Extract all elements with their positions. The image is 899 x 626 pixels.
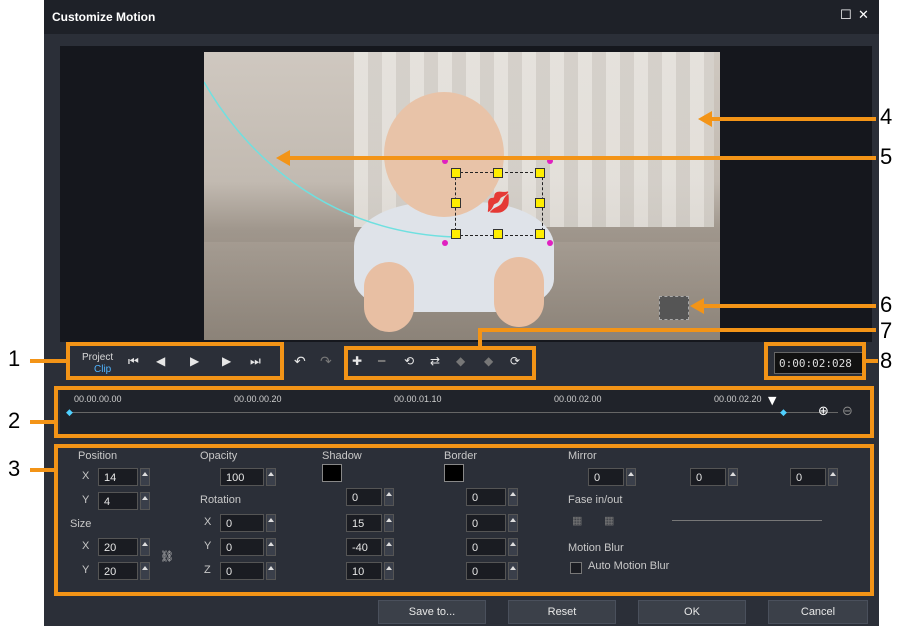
callout-number: 7	[880, 318, 893, 343]
callout-number: 5	[880, 144, 893, 169]
callout-box-7	[344, 346, 536, 380]
callout-line	[290, 156, 876, 160]
callout-number: 6	[880, 292, 893, 317]
callout-line	[480, 328, 876, 332]
callout-box-3	[54, 444, 874, 596]
resize-handle[interactable]	[535, 229, 545, 239]
callout-line	[704, 304, 876, 308]
footer-buttons: Save to... Reset OK Cancel	[60, 598, 872, 624]
undo-icon[interactable]: ↶	[294, 354, 306, 370]
rotate-handle[interactable]	[547, 240, 553, 246]
resize-handle[interactable]	[493, 168, 503, 178]
resize-handle[interactable]	[451, 198, 461, 208]
callout-line	[478, 328, 482, 348]
rotate-handle[interactable]	[442, 240, 448, 246]
callout-arrowhead	[698, 111, 712, 127]
callout-number: 4	[880, 104, 893, 129]
callout-line	[30, 420, 54, 424]
callout-number: 1	[8, 346, 21, 371]
callout-box-2	[54, 386, 874, 438]
callout-box-8	[764, 342, 866, 380]
callout-number: 2	[8, 408, 21, 433]
resize-handle[interactable]	[451, 168, 461, 178]
close-icon[interactable]: ✕	[858, 8, 869, 23]
callout-line	[30, 359, 66, 363]
ok-button[interactable]: OK	[638, 600, 746, 624]
redo-icon[interactable]: ↷	[320, 354, 332, 370]
small-object[interactable]	[659, 296, 689, 320]
callout-box-1	[66, 342, 284, 380]
callout-number: 8	[880, 348, 893, 373]
reset-button[interactable]: Reset	[508, 600, 616, 624]
cancel-button[interactable]: Cancel	[768, 600, 868, 624]
callout-number: 3	[8, 456, 21, 481]
resize-handle[interactable]	[451, 229, 461, 239]
window-title: Customize Motion	[52, 10, 156, 24]
resize-handle[interactable]	[535, 168, 545, 178]
resize-handle[interactable]	[535, 198, 545, 208]
title-bar: Customize Motion ☐ ✕	[44, 0, 879, 34]
maximize-icon[interactable]: ☐	[840, 8, 852, 23]
callout-arrowhead	[690, 298, 704, 314]
callout-line	[30, 468, 54, 472]
save-to-button[interactable]: Save to...	[378, 600, 486, 624]
callout-line	[866, 359, 878, 363]
selection-box[interactable]	[455, 172, 543, 236]
callout-line	[712, 117, 876, 121]
callout-arrowhead	[276, 150, 290, 166]
resize-handle[interactable]	[493, 229, 503, 239]
